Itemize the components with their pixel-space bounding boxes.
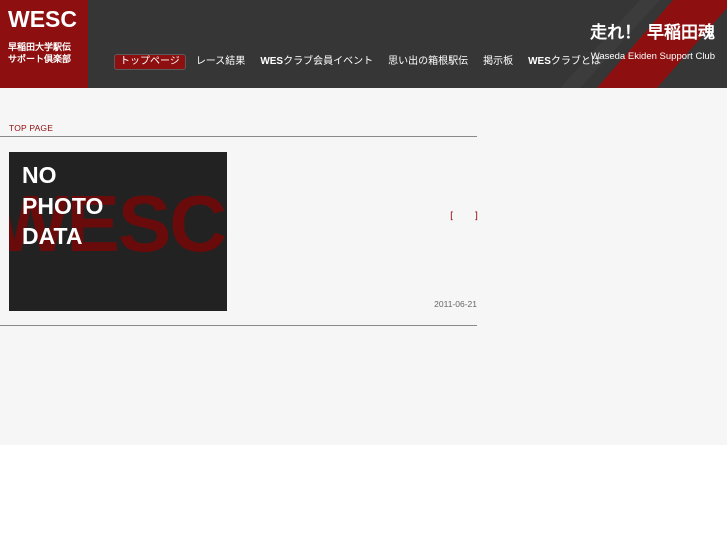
logo-subtitle-line2: サポート倶楽部	[8, 55, 72, 65]
bracket-open: [	[450, 211, 454, 222]
tagline-english: Waseda Ekiden Support Club	[590, 51, 715, 62]
nav-item-bulletin-board[interactable]: 掲示板	[478, 54, 518, 70]
main-nav: トップページ レース結果 WESクラブ会員イベント 思い出の箱根駅伝 掲示板 W…	[114, 54, 611, 70]
logo-subtitle-line1: 早稲田大学駅伝	[8, 43, 72, 53]
no-photo-line3: DATA	[22, 223, 83, 249]
article-date: 2011-06-21	[434, 299, 477, 309]
breadcrumb-divider	[0, 136, 477, 137]
nav-item-label: レース結果	[195, 56, 246, 67]
nav-item-hakone-memories[interactable]: 思い出の箱根駅伝	[383, 54, 473, 70]
article-thumbnail[interactable]: WESC NO PHOTO DATA	[9, 152, 227, 311]
logo-wordmark: WESC	[8, 6, 77, 32]
nav-item-club-events[interactable]: WESクラブ会員イベント	[255, 54, 378, 70]
nav-item-label: クラブ会員イベント	[283, 56, 374, 67]
breadcrumb: TOP PAGE	[9, 123, 54, 133]
no-photo-line2: PHOTO	[22, 192, 104, 219]
nav-item-race-results[interactable]: レース結果	[191, 54, 251, 70]
page-bottom-area	[0, 445, 727, 545]
bracket-close: ]	[474, 211, 478, 222]
nav-item-label: 掲示板	[483, 56, 514, 67]
no-photo-text: NO PHOTO DATA	[22, 160, 103, 252]
header-tagline: 走れ！ 早稲田魂 Waseda Ekiden Support Club	[590, 22, 715, 64]
article-title-link[interactable]: [ ]	[450, 211, 478, 222]
nav-item-bold: WES	[528, 56, 551, 67]
tagline-japanese: 走れ！ 早稲田魂	[590, 23, 715, 43]
main-content: TOP PAGE WESC NO PHOTO DATA [ ] 2011-06-…	[0, 88, 727, 445]
site-logo[interactable]: WESC 早稲田大学駅伝 サポート倶楽部	[0, 0, 88, 88]
no-photo-line1: NO	[22, 162, 57, 188]
article-divider	[0, 325, 477, 326]
site-header: WESC 早稲田大学駅伝 サポート倶楽部 トップページ レース結果 WESクラブ…	[0, 0, 727, 88]
nav-item-label: トップページ	[120, 56, 180, 67]
nav-item-label: 思い出の箱根駅伝	[388, 56, 469, 67]
nav-item-bold: WES	[260, 56, 284, 67]
logo-subtitle: 早稲田大学駅伝 サポート倶楽部	[8, 42, 88, 66]
nav-item-top-page[interactable]: トップページ	[114, 54, 186, 70]
